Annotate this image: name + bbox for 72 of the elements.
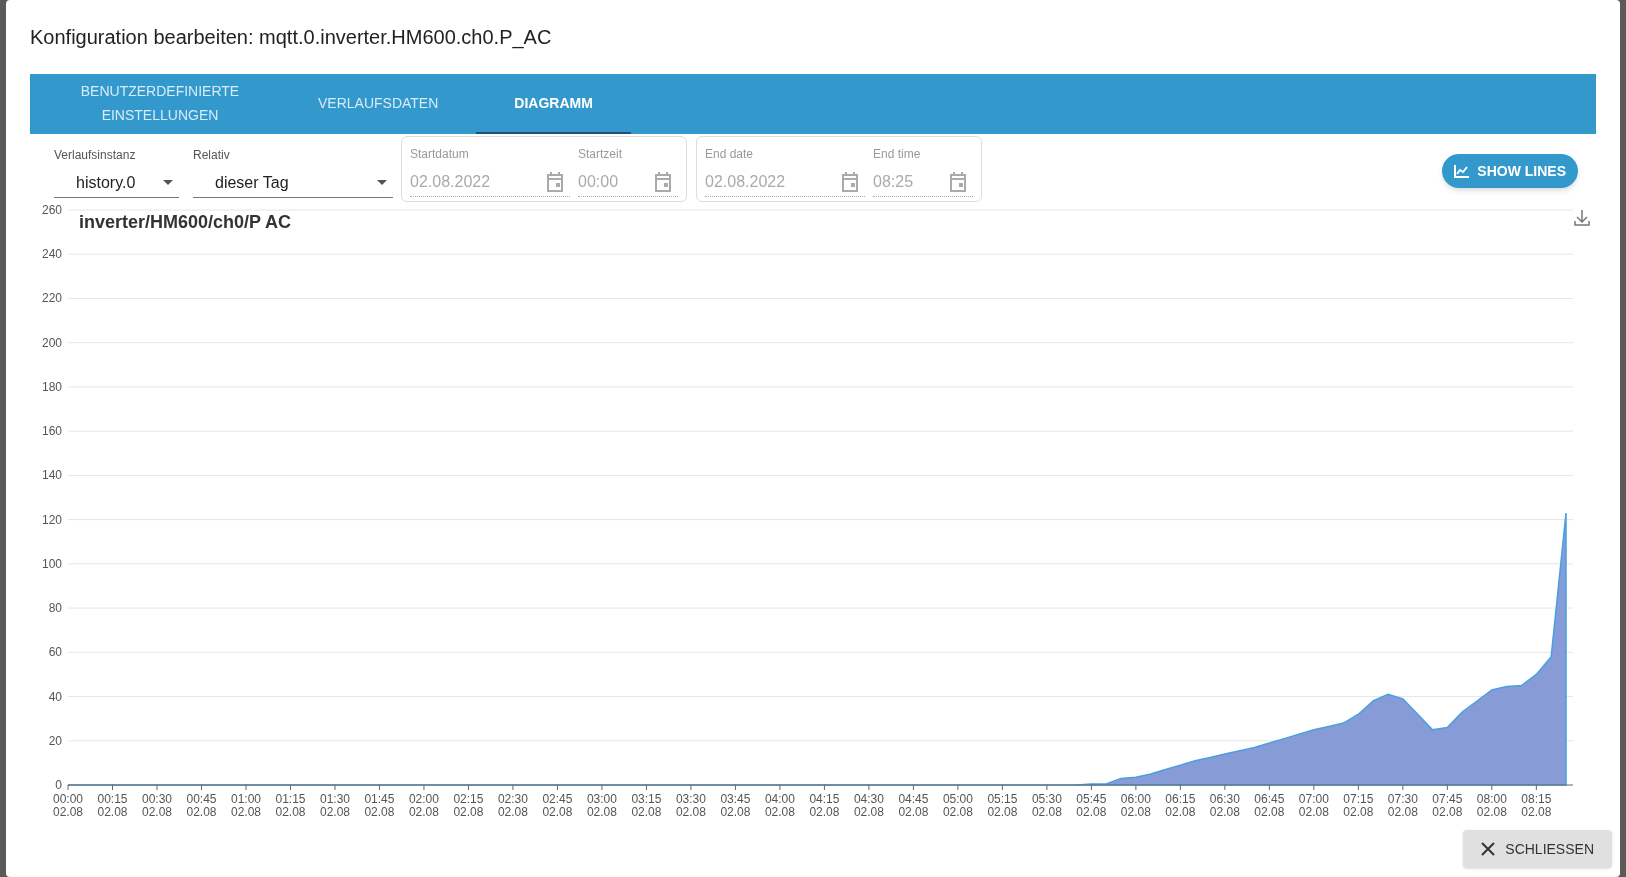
download-icon[interactable] [1574, 209, 1590, 226]
x-axis-label: 04:30 02.08 [853, 792, 884, 819]
field-label: Verlaufsinstanz [54, 147, 137, 162]
y-axis-label: 40 [48, 689, 62, 704]
x-axis-label: 08:00 02.08 [1476, 792, 1507, 819]
y-axis-label: 60 [48, 645, 62, 660]
x-axis-label: 02:15 02.08 [453, 792, 484, 819]
calendar-icon [841, 171, 859, 192]
x-axis-label: 06:45 02.08 [1254, 792, 1285, 819]
x-axis-label: 01:45 02.08 [364, 792, 395, 819]
x-axis-label: 01:00 02.08 [230, 792, 261, 819]
y-axis-label: 160 [41, 424, 62, 439]
x-axis-label: 07:45 02.08 [1432, 792, 1463, 819]
close-icon [1481, 842, 1496, 856]
tab[interactable]: DIAGRAMM [476, 74, 631, 134]
x-axis-label: 04:00 02.08 [764, 792, 795, 819]
x-axis-label: 02:00 02.08 [408, 792, 439, 819]
field-label: Relativ [193, 147, 231, 162]
x-axis-label: 03:15 02.08 [631, 792, 662, 819]
x-axis-label: 07:15 02.08 [1343, 792, 1374, 819]
y-axis-label: 140 [41, 468, 62, 483]
x-axis-label: 02:45 02.08 [542, 792, 573, 819]
dialog-title: Konfiguration bearbeiten: mqtt.0.inverter.HM600.ch0.P_AC [30, 26, 552, 48]
dropdown-caret-icon [377, 180, 387, 185]
x-axis-label: 01:30 02.08 [319, 792, 350, 819]
field-label: End date [705, 146, 755, 161]
chart-title: inverter/HM600/ch0/P AC [79, 212, 292, 232]
close-button[interactable]: SCHLIESSEN [1463, 830, 1612, 868]
x-axis-label: 05:45 02.08 [1076, 792, 1107, 819]
x-axis-label: 07:30 02.08 [1387, 792, 1418, 819]
x-axis-label: 00:15 02.08 [97, 792, 128, 819]
show-lines-button[interactable]: SHOW LINES [1442, 154, 1578, 188]
y-axis-label: 120 [41, 512, 62, 527]
calendar-icon [949, 171, 967, 192]
x-axis-label: 03:45 02.08 [720, 792, 751, 819]
field-label: Startdatum [410, 146, 470, 161]
x-axis-label: 00:30 02.08 [141, 792, 172, 819]
x-axis-label: 05:30 02.08 [1031, 792, 1062, 819]
calendar-icon [654, 171, 672, 192]
y-axis-label: 100 [41, 556, 62, 571]
x-axis-label: 03:30 02.08 [675, 792, 706, 819]
y-axis-label: 0 [55, 778, 62, 792]
x-axis-label: 00:45 02.08 [186, 792, 217, 819]
dropdown[interactable]: dieser Tag [193, 168, 393, 198]
x-axis-label: 06:15 02.08 [1165, 792, 1196, 819]
y-axis-label: 260 [41, 203, 62, 217]
x-axis-label: 04:45 02.08 [898, 792, 929, 819]
y-axis-label: 240 [41, 247, 62, 262]
x-axis-label: 01:15 02.08 [275, 792, 306, 819]
x-axis-label: 06:30 02.08 [1209, 792, 1240, 819]
x-axis-label: 05:00 02.08 [942, 792, 973, 819]
x-axis-label: 00:00 02.08 [53, 792, 83, 819]
y-axis-label: 80 [48, 601, 62, 616]
x-axis-label: 04:15 02.08 [809, 792, 840, 819]
tab[interactable]: BENUTZERDEFINIERTE EINSTELLUNGEN [40, 74, 280, 134]
dropdown[interactable]: history.0 [54, 168, 179, 198]
x-axis-label: 02:30 02.08 [497, 792, 528, 819]
dropdown-caret-icon [163, 180, 173, 185]
y-axis-label: 180 [41, 379, 62, 394]
x-axis-label: 08:15 02.08 [1521, 792, 1552, 819]
field-label: Startzeit [578, 146, 623, 161]
x-axis-label: 03:00 02.08 [586, 792, 617, 819]
y-axis-label: 200 [41, 335, 62, 350]
line-chart-icon [1454, 164, 1470, 178]
x-axis-label: 05:15 02.08 [987, 792, 1018, 819]
x-axis-label: 07:00 02.08 [1298, 792, 1329, 819]
tab[interactable]: VERLAUFSDATEN [280, 74, 477, 134]
y-axis-label: 220 [41, 291, 62, 306]
y-axis-label: 20 [48, 733, 62, 748]
calendar-icon [546, 171, 564, 192]
x-axis-label: 06:00 02.08 [1120, 792, 1151, 819]
field-label: End time [873, 146, 922, 161]
